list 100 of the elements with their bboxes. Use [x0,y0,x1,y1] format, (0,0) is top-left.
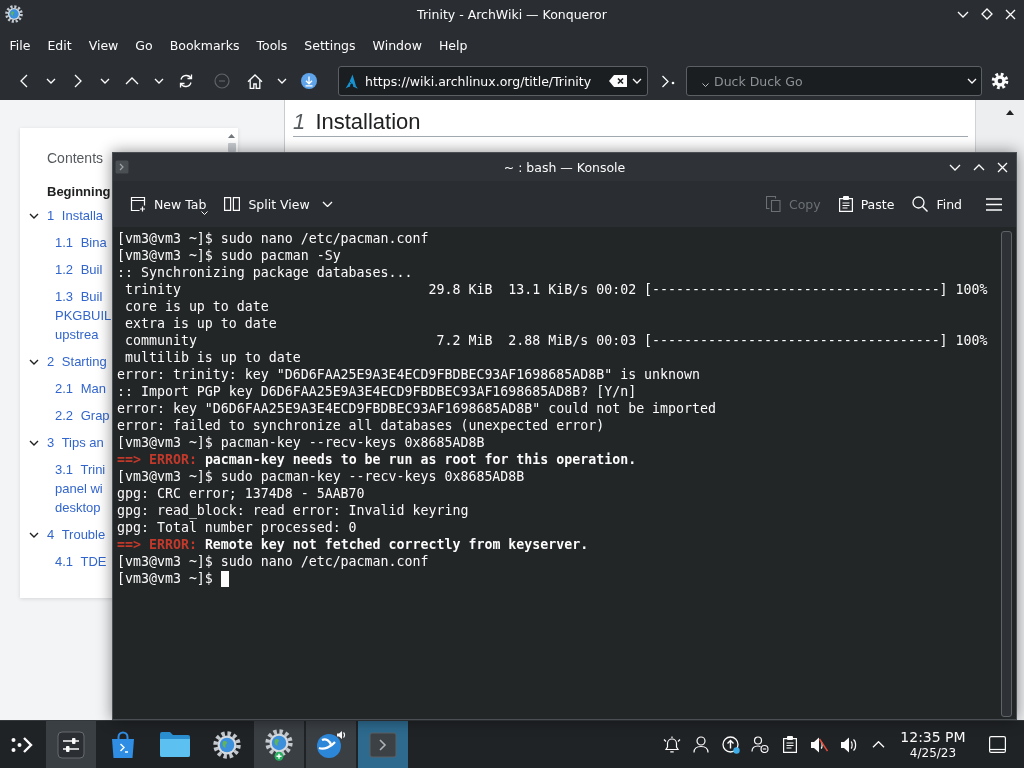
speaker-muted-icon[interactable] [810,736,829,753]
toc-link[interactable]: 1.3 Buil PKGBUIL upstrea [55,287,112,344]
dots-chevron-icon[interactable] [11,735,33,754]
menu-item[interactable]: Tools [248,32,296,58]
backspace-icon[interactable] [609,75,627,87]
menu-item[interactable]: Help [430,32,476,58]
terminal-line: [vm3@vm3 ~]$ pacman-key --recv-keys 0x8685AD8B [117,434,485,451]
menu-item[interactable]: Bookmarks [161,32,248,58]
search-icon [912,196,929,212]
terminal-icon [369,731,397,758]
bell-icon[interactable] [662,735,681,754]
window-title: Trinity - ArchWiki — Konqueror [417,6,607,22]
terminal-line: core is up to date [124,298,269,315]
square-icon[interactable] [988,736,1006,753]
terminal-line: trinity 29.8 KiB 13.1 KiB/s 00:02 [------------------------------------] 100% [124,281,988,298]
toc-link[interactable]: 3.1 Trini panel wi desktop [55,460,106,517]
terminal-line: :: Synchronizing package databases... [117,264,413,281]
triangle-logo-icon [345,73,360,89]
terminal-line: [vm3@vm3 ~]$ sudo nano /etc/pacman.conf [117,230,429,247]
scrollbar[interactable] [1001,231,1012,717]
window-title: ~ : bash — Konsole [503,159,626,175]
terminal-line: multilib is up to date [124,349,301,366]
menu-item[interactable]: Edit [38,32,81,58]
close-icon[interactable] [1005,8,1016,20]
terminal-line: gpg: Total number processed: 0 [117,519,357,536]
person-minus-icon[interactable] [751,736,770,753]
toc-link[interactable]: 4 Trouble [47,525,106,544]
menu-icon[interactable] [986,197,1002,211]
terminal-line: error: trinity: key "D6D6FAA25E9A3E4ECD9FBDBEC93AF1698685AD8B" is unknown [117,366,701,383]
chevron-up-icon[interactable] [124,77,139,85]
house-icon[interactable] [246,73,263,89]
terminal-line: [vm3@vm3 ~]$ sudo pacman-key --recv-keys 0x8685AD8B [117,468,525,485]
chevron-up-icon[interactable] [973,163,985,171]
globe-gear-icon [213,730,241,759]
chevron-down-icon[interactable] [702,83,709,87]
sliders-icon [57,730,85,759]
toc-link[interactable]: 1 Installa [47,206,104,225]
toolbar-button[interactable]: Find [906,188,972,220]
clipboard-icon[interactable] [782,736,797,753]
terminal-icon[interactable] [115,160,129,174]
toc-link[interactable]: 1.1 Bina [55,233,107,252]
copy-icon [765,196,781,212]
globe-speaker-icon [316,730,346,759]
toc-link[interactable]: 2.2 Grap [55,406,110,425]
toc-title: Contents [47,149,104,168]
chevron-dot-icon[interactable] [661,74,675,88]
taskbar-button[interactable] [306,721,356,768]
taskbar-button[interactable] [46,721,96,768]
menu-item[interactable]: View [80,32,127,58]
toc-link[interactable]: 3 Tips an [47,433,104,452]
toc-link[interactable]: 4.1 TDE [55,552,107,571]
chevron-down-icon[interactable] [29,359,39,365]
section-heading: 1 Installation [293,108,421,136]
person-icon[interactable] [693,736,710,753]
chevron-right-icon[interactable] [73,74,82,88]
terminal-line: extra is up to date [124,315,277,332]
globe-gear-plus-icon [265,728,293,761]
globe-gear-icon[interactable] [5,5,23,23]
chevron-left-icon[interactable] [19,74,28,88]
split-columns-icon [224,197,241,211]
terminal-line: error: failed to synchronize all databases (unexpected error) [117,417,605,434]
terminal-line: gpg: CRC error; 1374D8 - 5AAB70 [117,485,365,502]
toolbar-button[interactable]: New Tab [124,188,217,220]
triangle-up-icon[interactable] [1006,110,1014,115]
terminal-line: gpg: read_block: read error: Invalid keyring [117,502,469,519]
window-plus-icon [130,196,146,212]
terminal-line: ==> ERROR: pacman-key needs to be run as root for this operation. [117,451,637,468]
diamond-icon[interactable] [981,8,993,20]
menu-item[interactable]: File [1,32,39,58]
settings-icon[interactable] [991,72,1009,90]
toc-link[interactable]: Beginning [47,182,111,202]
terminal-line: [vm3@vm3 ~]$ [117,570,213,587]
scrollbar-thumb[interactable] [228,143,236,152]
chevron-up-icon[interactable] [871,741,885,748]
clipboard-icon [838,196,853,212]
menu-item[interactable]: Window [364,32,431,58]
toc-link[interactable]: 1.2 Buil [55,260,103,279]
toolbar-button[interactable]: Paste [832,188,905,220]
url-field[interactable]: https://wiki.archlinux.org/title/Trinity [338,66,648,96]
arrow-down-circle-icon[interactable] [300,73,317,89]
terminal-line: community 7.2 MiB 2.88 MiB/s 00:03 [------------------------------------] 100% [124,332,988,349]
chevron-down-icon[interactable] [29,213,39,219]
search-field[interactable]: Duck Duck Go [686,66,982,96]
close-icon[interactable] [997,161,1008,173]
terminal-line: [vm3@vm3 ~]$ sudo nano /etc/pacman.conf [117,553,429,570]
terminal-line: ==> ERROR: Remote key not fetched correctly from keyserver. [117,536,589,553]
terminal-line: error: key "D6D6FAA25E9A3E4ECD9FBDBEC93AF1698685AD8B" could not be imported [117,400,716,417]
chevron-down-icon[interactable] [29,532,39,538]
toc-link[interactable]: 2 Starting [47,352,107,371]
chevron-down-icon[interactable] [29,440,39,446]
toc-link[interactable]: 2.1 Man [55,379,106,398]
shopping-bag-icon [111,731,135,758]
menu-item[interactable]: Settings [295,32,365,58]
toolbar-button[interactable]: Split View [218,188,320,220]
speaker-icon[interactable] [840,736,858,753]
taskbar-button[interactable] [254,721,304,768]
circular-arrows-icon[interactable] [177,73,194,89]
clock[interactable]: 12:35 PM 4/25/23 [893,729,973,760]
menu-item[interactable]: Go [126,32,162,58]
arrow-up-circle-icon[interactable] [721,735,740,754]
